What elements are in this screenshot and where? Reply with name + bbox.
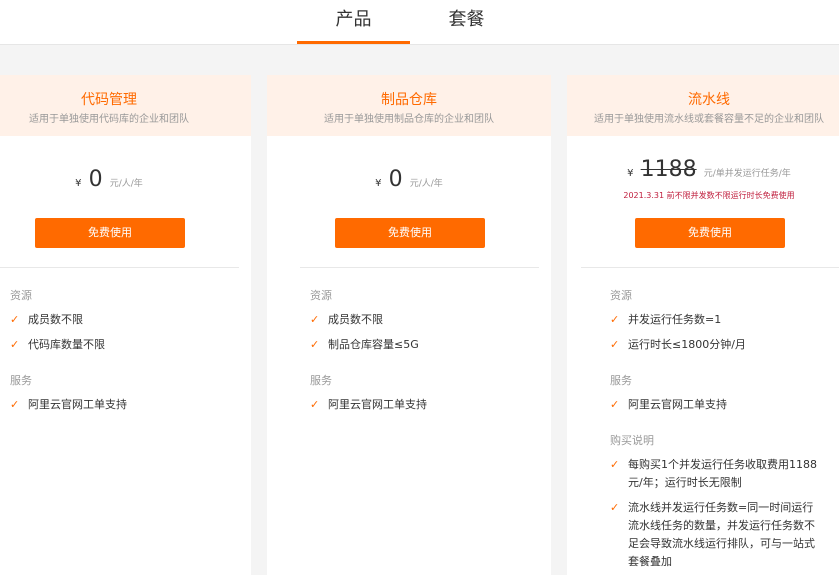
card-header: 代码管理 适用于单独使用代码库的企业和团队 xyxy=(0,75,251,136)
check-icon: ✓ xyxy=(610,398,620,411)
price-value: 0 xyxy=(88,167,103,192)
check-icon: ✓ xyxy=(310,338,320,351)
price-row: ¥ 1188 元/单并发运行任务/年 xyxy=(567,157,839,182)
product-card-artifact-repository: 制品仓库 适用于单独使用制品仓库的企业和团队 ¥ 0 元/人/年 免费使用 资源… xyxy=(267,75,551,575)
check-icon: ✓ xyxy=(310,313,320,326)
check-icon: ✓ xyxy=(610,313,620,326)
card-subtitle: 适用于单独使用代码库的企业和团队 xyxy=(29,114,189,125)
price-value: 0 xyxy=(388,167,403,192)
section-label-resources: 资源 xyxy=(310,289,332,302)
check-icon: ✓ xyxy=(610,338,620,351)
card-title: 制品仓库 xyxy=(381,92,437,108)
price-unit: 元/人/年 xyxy=(109,179,143,189)
free-use-button[interactable]: 免费使用 xyxy=(635,218,785,248)
card-title: 流水线 xyxy=(688,92,730,108)
feature-item: ✓ 每购买1个并发运行任务收取费用1188元/年；运行时长无限制 xyxy=(610,458,817,489)
card-header: 制品仓库 适用于单独使用制品仓库的企业和团队 xyxy=(267,75,551,136)
section-label-services: 服务 xyxy=(10,374,32,387)
feature-item: ✓ 成员数不限 xyxy=(10,311,240,329)
section-label-services: 服务 xyxy=(310,374,332,387)
feature-item: ✓ 并发运行任务数=1 xyxy=(610,311,838,329)
currency-symbol: ¥ xyxy=(75,178,82,189)
tab-products-label: 产品 xyxy=(335,9,372,30)
product-card-pipeline: 流水线 适用于单独使用流水线或套餐容量不足的企业和团队 ¥ 1188 元/单并发… xyxy=(567,75,839,575)
divider xyxy=(0,267,239,268)
check-icon: ✓ xyxy=(10,338,20,351)
tab-packages-label: 套餐 xyxy=(448,9,485,30)
product-card-code-management: 代码管理 适用于单独使用代码库的企业和团队 ¥ 0 元/人/年 免费使用 资源 … xyxy=(0,75,251,575)
feature-item: ✓ 流水线并发运行任务数=同一时间运行流水线任务的数量，并发运行任务数不足会导致… xyxy=(610,501,815,568)
divider xyxy=(300,267,539,268)
card-subtitle: 适用于单独使用流水线或套餐容量不足的企业和团队 xyxy=(594,114,824,125)
currency-symbol: ¥ xyxy=(627,168,634,179)
feature-item: ✓ 成员数不限 xyxy=(310,311,540,329)
section-label-services: 服务 xyxy=(610,374,632,387)
card-header: 流水线 适用于单独使用流水线或套餐容量不足的企业和团队 xyxy=(567,75,839,136)
free-use-button[interactable]: 免费使用 xyxy=(335,218,485,248)
check-icon: ✓ xyxy=(610,458,620,471)
check-icon: ✓ xyxy=(610,501,620,514)
price-unit: 元/单并发运行任务/年 xyxy=(703,169,791,179)
tab-packages[interactable]: 套餐 xyxy=(410,0,523,44)
price-row: ¥ 0 元/人/年 xyxy=(267,167,551,192)
card-subtitle: 适用于单独使用制品仓库的企业和团队 xyxy=(324,114,494,125)
section-label-resources: 资源 xyxy=(10,289,32,302)
section-label-purchase-notes: 购买说明 xyxy=(610,434,654,447)
feature-item: ✓ 阿里云官网工单支持 xyxy=(310,396,540,414)
promo-note: 2021.3.31 前不限并发数不限运行时长免费使用 xyxy=(623,191,795,200)
divider xyxy=(581,267,839,268)
check-icon: ✓ xyxy=(10,313,20,326)
check-icon: ✓ xyxy=(310,398,320,411)
feature-item: ✓ 制品仓库容量≤5G xyxy=(310,336,540,354)
free-use-button[interactable]: 免费使用 xyxy=(35,218,185,248)
card-title: 代码管理 xyxy=(81,92,137,108)
active-tab-indicator xyxy=(297,41,410,44)
feature-item: ✓ 阿里云官网工单支持 xyxy=(610,396,838,414)
tab-products[interactable]: 产品 xyxy=(297,0,410,44)
currency-symbol: ¥ xyxy=(375,178,382,189)
section-label-resources: 资源 xyxy=(610,289,632,302)
price-row: ¥ 0 元/人/年 xyxy=(0,167,251,192)
feature-item: ✓ 代码库数量不限 xyxy=(10,336,240,354)
feature-item: ✓ 运行时长≤1800分钟/月 xyxy=(610,336,838,354)
check-icon: ✓ xyxy=(10,398,20,411)
top-tab-bar: 产品 套餐 xyxy=(0,0,839,45)
price-value-strikethrough: 1188 xyxy=(640,157,697,182)
price-unit: 元/人/年 xyxy=(409,179,443,189)
feature-item: ✓ 阿里云官网工单支持 xyxy=(10,396,240,414)
